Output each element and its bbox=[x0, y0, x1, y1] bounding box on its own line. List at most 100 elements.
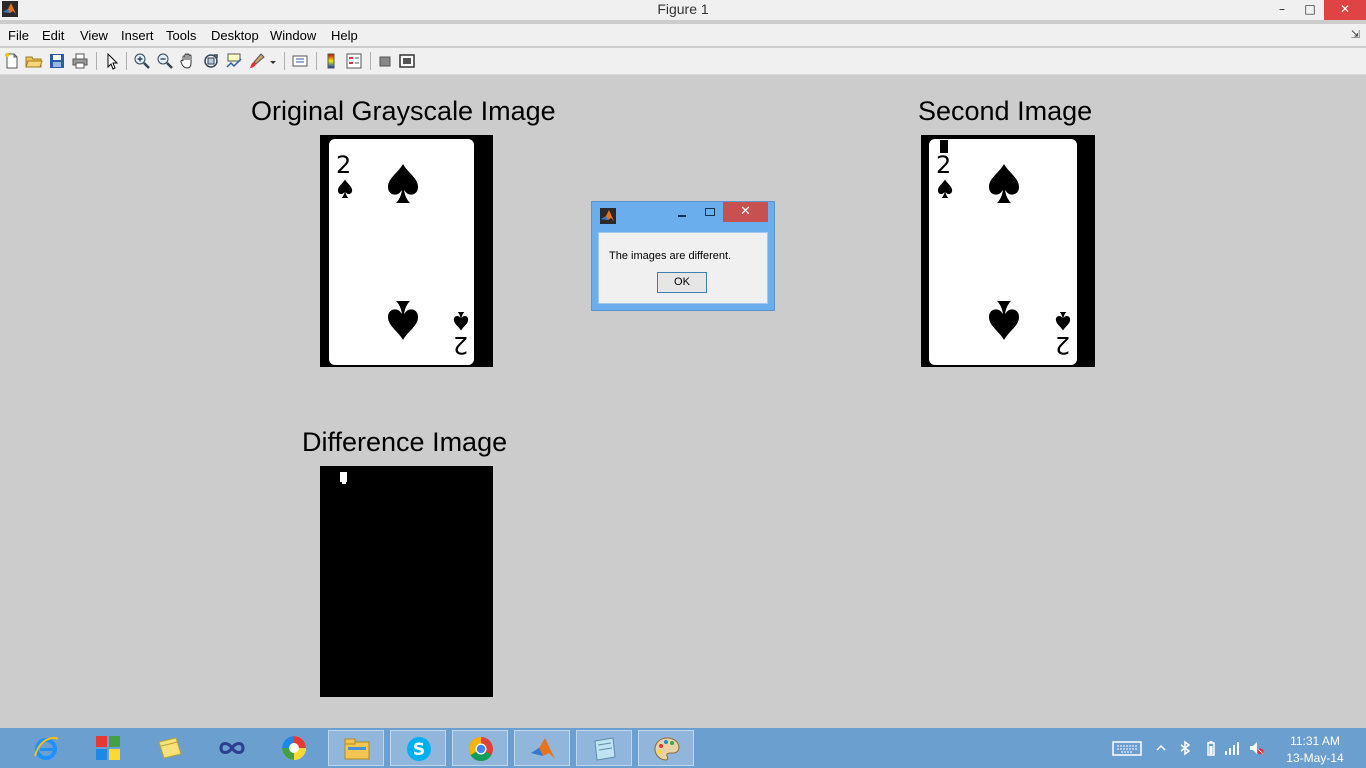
clock-time[interactable]: 11:31 AM bbox=[1282, 734, 1348, 748]
volume-muted-icon[interactable] bbox=[1248, 740, 1264, 756]
ok-button[interactable]: OK bbox=[657, 272, 707, 293]
dialog-close-button[interactable]: ✕ bbox=[723, 202, 768, 222]
menu-help[interactable]: Help bbox=[331, 28, 358, 43]
svg-text:S: S bbox=[413, 740, 425, 760]
dialog-message: The images are different. bbox=[609, 250, 732, 262]
toolbar-separator bbox=[284, 52, 285, 70]
taskbar-matlab[interactable] bbox=[514, 730, 570, 766]
spade-icon bbox=[989, 301, 1019, 340]
matlab-logo-icon bbox=[600, 208, 616, 224]
network-icon[interactable] bbox=[1224, 740, 1240, 756]
menu-tools[interactable]: Tools bbox=[166, 28, 196, 43]
pan-hand-icon[interactable] bbox=[179, 52, 197, 70]
file-explorer-icon bbox=[344, 738, 370, 760]
legend-icon[interactable] bbox=[345, 52, 363, 70]
zoom-in-icon[interactable] bbox=[133, 52, 151, 70]
battery-icon[interactable] bbox=[1203, 740, 1219, 756]
playing-card: 2 2 bbox=[329, 139, 474, 365]
taskbar-file-explorer[interactable] bbox=[328, 730, 384, 766]
spade-icon bbox=[337, 179, 353, 199]
difference-image-title: Difference Image bbox=[302, 427, 508, 457]
touch-keyboard-icon[interactable] bbox=[1112, 740, 1142, 756]
bluetooth-icon[interactable] bbox=[1177, 740, 1193, 756]
card-rank-top: 2 bbox=[936, 151, 952, 179]
taskbar-chrome[interactable] bbox=[452, 730, 508, 766]
taskbar-folder-app[interactable] bbox=[142, 730, 198, 766]
internet-explorer-icon bbox=[34, 736, 59, 760]
menu-insert[interactable]: Insert bbox=[121, 28, 154, 43]
dialog-maximize-button[interactable] bbox=[704, 207, 716, 217]
chrome-icon bbox=[468, 737, 493, 762]
taskbar-picasa[interactable] bbox=[266, 730, 322, 766]
toolbar-separator bbox=[316, 52, 317, 70]
taskbar-skype[interactable]: S bbox=[390, 730, 446, 766]
taskbar: S bbox=[0, 728, 1366, 768]
open-file-icon[interactable] bbox=[25, 52, 43, 70]
menu-view[interactable]: View bbox=[80, 28, 108, 43]
spade-icon bbox=[453, 311, 469, 331]
menu-edit[interactable]: Edit bbox=[42, 28, 64, 43]
taskbar-notes-app[interactable] bbox=[576, 730, 632, 766]
toolbar-separator bbox=[126, 52, 127, 70]
difference-pixels bbox=[340, 472, 347, 482]
brush-icon[interactable] bbox=[248, 52, 266, 70]
original-image: 2 2 bbox=[320, 135, 493, 367]
window-title: Figure 1 bbox=[657, 1, 709, 17]
spade-icon bbox=[388, 164, 418, 203]
playing-card: 2 2 bbox=[929, 139, 1077, 365]
figure-toolbar bbox=[0, 48, 1366, 75]
menu-desktop[interactable]: Desktop bbox=[211, 28, 259, 43]
menu-window[interactable]: Window bbox=[270, 28, 316, 43]
paint-icon bbox=[654, 737, 680, 761]
menu-file[interactable]: File bbox=[8, 28, 29, 43]
spade-icon bbox=[989, 164, 1019, 203]
second-image: 2 2 bbox=[921, 135, 1095, 367]
taskbar-infinity-app[interactable] bbox=[204, 730, 260, 766]
clock-date[interactable]: 13-May-14 bbox=[1282, 751, 1348, 765]
new-figure-icon[interactable] bbox=[3, 52, 21, 70]
colorbar-icon[interactable] bbox=[322, 52, 340, 70]
taskbar-windows-store[interactable] bbox=[80, 730, 136, 766]
folder-app-icon bbox=[158, 737, 182, 759]
second-image-title: Second Image bbox=[918, 96, 1093, 126]
save-icon[interactable] bbox=[48, 52, 66, 70]
card-rank-top: 2 bbox=[336, 151, 352, 179]
zoom-out-icon[interactable] bbox=[156, 52, 174, 70]
spade-icon bbox=[937, 179, 953, 199]
print-icon[interactable] bbox=[71, 52, 89, 70]
show-hidden-icons[interactable] bbox=[1153, 740, 1169, 756]
difference-pixels bbox=[342, 482, 346, 484]
card-rank-bottom: 2 bbox=[1055, 331, 1071, 359]
infinity-app-icon bbox=[219, 742, 245, 754]
link-plot-icon[interactable] bbox=[291, 52, 309, 70]
rotate-3d-icon[interactable] bbox=[202, 52, 220, 70]
maximize-button[interactable]: □ bbox=[1296, 0, 1324, 20]
brush-dropdown-icon[interactable] bbox=[268, 52, 278, 70]
taskbar-internet-explorer[interactable] bbox=[18, 730, 74, 766]
picasa-icon bbox=[282, 736, 306, 760]
close-button[interactable]: ✕ bbox=[1324, 0, 1366, 20]
show-plot-tools-icon[interactable] bbox=[398, 52, 416, 70]
window-titlebar: Figure 1 – □ ✕ bbox=[0, 0, 1366, 20]
hide-plot-tools-icon[interactable] bbox=[376, 52, 394, 70]
matlab-icon bbox=[531, 738, 555, 759]
spade-icon bbox=[388, 301, 418, 340]
dock-arrow-icon[interactable]: ⇲ bbox=[1351, 28, 1360, 41]
spade-icon bbox=[1055, 311, 1071, 331]
taskbar-paint[interactable] bbox=[638, 730, 694, 766]
edit-plot-arrow-icon[interactable] bbox=[103, 52, 121, 70]
original-image-title: Original Grayscale Image bbox=[251, 96, 556, 126]
dialog-body: The images are different. OK bbox=[598, 232, 768, 304]
menu-bar: File Edit View Insert Tools Desktop Wind… bbox=[0, 24, 1366, 46]
message-dialog: ✕ The images are different. OK bbox=[591, 201, 775, 311]
data-cursor-icon[interactable] bbox=[225, 52, 243, 70]
difference-image bbox=[320, 466, 493, 697]
skype-icon: S bbox=[407, 737, 431, 761]
windows-store-icon bbox=[96, 736, 120, 760]
card-rank-bottom: 2 bbox=[453, 331, 469, 359]
notes-app-icon bbox=[594, 737, 616, 761]
minimize-button[interactable]: – bbox=[1268, 0, 1296, 20]
toolbar-separator bbox=[96, 52, 97, 70]
dialog-minimize-button[interactable] bbox=[676, 208, 688, 218]
toolbar-separator bbox=[370, 52, 371, 70]
